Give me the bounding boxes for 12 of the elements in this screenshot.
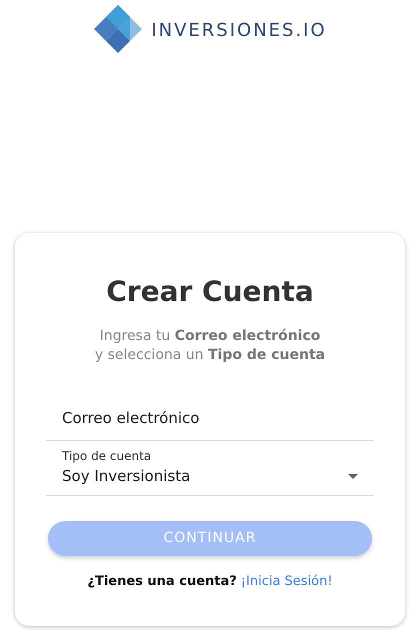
instruction-text: y selecciona un Tipo de cuenta [94, 346, 326, 365]
account-question: ¿Tienes una cuenta? [87, 573, 237, 591]
instruction-text: Ingresa tu Correo electrónico [100, 327, 320, 346]
account-type-select[interactable]: Tipo de cuenta Soy Inversionista [46, 441, 374, 496]
select-value: Soy Inversionista [62, 466, 190, 486]
logo-icon [93, 5, 144, 55]
select-label: Tipo de cuenta [62, 448, 152, 464]
dropdown-caret-icon [348, 474, 358, 479]
email-field[interactable]: Correo electrónico [46, 395, 374, 441]
logo-wordmark: INVERSIONES.IO [151, 18, 327, 42]
card-title: Crear Cuenta [106, 274, 314, 310]
login-link[interactable]: ¡Inicia Sesión! [240, 572, 333, 592]
